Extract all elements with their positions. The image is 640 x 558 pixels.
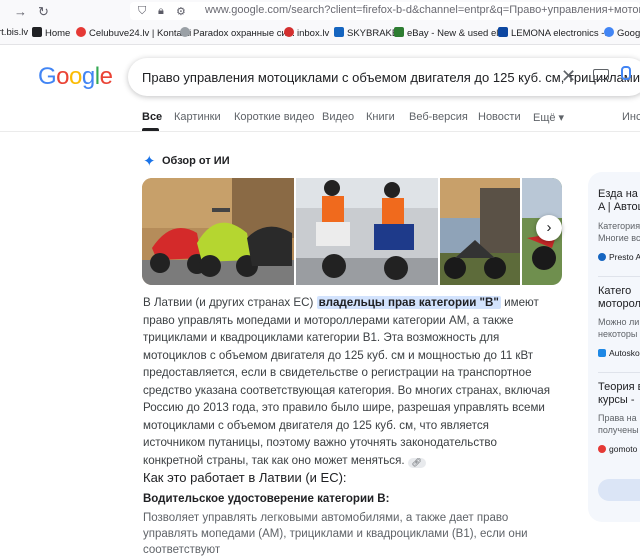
bookmark-item[interactable]: rt.bis.lv [0,27,28,38]
tab-web[interactable]: Веб-версия [409,111,468,123]
dirtbike-image[interactable] [440,178,520,285]
source-card-snippet: Можно ли некоторы [598,317,640,339]
bookmark-favicon [334,27,344,37]
bookmark-item[interactable]: Paradox охранные си... [180,27,295,39]
keyboard-icon[interactable] [593,69,609,80]
ai-overview-text: В Латвии (и других странах ЕС) владельцы… [143,294,553,469]
next-images-button[interactable]: › [536,215,562,241]
source-card-snippet: Права на получены [598,413,639,435]
bookmark-item[interactable]: inbox.lv [284,27,329,39]
site-favicon [598,253,606,261]
source-card-title[interactable]: Катего моторол [598,285,640,311]
source-card-snippet: Категория Многие вс [598,221,640,243]
divider [598,276,640,277]
bookmark-item[interactable]: SKYBRAKE [334,27,398,39]
google-logo[interactable]: Google [38,63,113,91]
scooters-image[interactable] [142,178,294,285]
search-tabs: Все Картинки Короткие видео Видео Книги … [0,108,640,132]
section-heading: Как это работает в Латвии (и ЕС): [143,470,347,485]
source-card-site[interactable]: Presto A [598,252,640,262]
tab-videos[interactable]: Видео [322,111,354,123]
bookmark-favicon [604,27,614,37]
tab-tools[interactable]: Инс [622,111,640,123]
logo-letter: o [69,63,82,90]
ai-text-part: имеют право управлять мопедами и моторол… [143,296,551,467]
divider [598,372,640,373]
tab-more[interactable]: Ещё ▾ [533,111,564,124]
sub-body-text: Позволяет управлять легковыми автомобиля… [143,512,528,556]
bookmark-item[interactable]: Celubuve24.lv | Kontakti [76,27,191,39]
bookmark-favicon [180,27,190,37]
sparkle-icon: ✦ [143,153,156,170]
logo-letter: G [38,63,57,90]
reload-icon[interactable]: ↻ [38,4,49,20]
ai-highlight[interactable]: владельцы прав категории "B" [316,296,501,309]
tab-books[interactable]: Книги [366,111,395,123]
bookmark-item[interactable]: Googl [604,27,640,39]
source-card-title[interactable]: Теория в курсы - [598,381,640,407]
divider [0,131,640,132]
show-all-sources-button[interactable] [598,479,640,501]
bookmark-favicon [394,27,404,37]
chevron-right-icon: › [546,219,552,236]
bookmark-item[interactable]: LEMONA electronics -... [498,27,612,39]
link-icon[interactable]: 🔗︎ [407,457,426,468]
bookmark-favicon [284,27,294,37]
source-card-title[interactable]: Езда наA | Автош [598,188,640,214]
bookmark-favicon [498,27,508,37]
sub-heading: Водительское удостоверение категории B: [143,493,390,505]
url-text[interactable]: www.google.com/search?client=firefox-b-d… [205,4,640,16]
shield-icon[interactable]: ⛉ [138,5,146,18]
microphone-icon[interactable] [621,66,631,80]
bookmark-favicon [32,27,42,37]
tab-all[interactable]: Все [142,111,162,123]
riders-image[interactable] [296,178,438,285]
bookmark-item[interactable]: eBay - New & used el... [394,27,506,39]
scooters-illustration [142,178,294,285]
bookmarks-bar: rt.bis.lv Home Celubuve24.lv | Kontakti … [0,22,640,45]
logo-letter: g [81,63,95,90]
riders-illustration [296,178,438,285]
logo-letter: e [99,63,113,90]
dirtbike-illustration [440,178,520,285]
tab-short-videos[interactable]: Короткие видео [234,111,314,123]
clear-icon[interactable]: ✕ [561,66,576,87]
forward-icon[interactable]: → [14,4,27,19]
site-favicon [598,349,606,357]
lock-icon[interactable]: 🔒︎ [158,5,164,18]
site-favicon [598,445,606,453]
tab-news[interactable]: Новости [478,111,521,123]
permissions-icon[interactable]: ⚙ [176,5,186,18]
logo-letter: o [56,63,70,90]
ai-overview-title: Обзор от ИИ [162,155,230,167]
ai-text-part: В Латвии (и других странах ЕС) [143,296,314,309]
bookmark-item[interactable]: Home [32,27,70,39]
tab-images[interactable]: Картинки [174,111,221,123]
source-card-site[interactable]: Autoskol [598,348,640,358]
bookmark-favicon [76,27,86,37]
source-card-site[interactable]: gomoto [598,444,637,454]
